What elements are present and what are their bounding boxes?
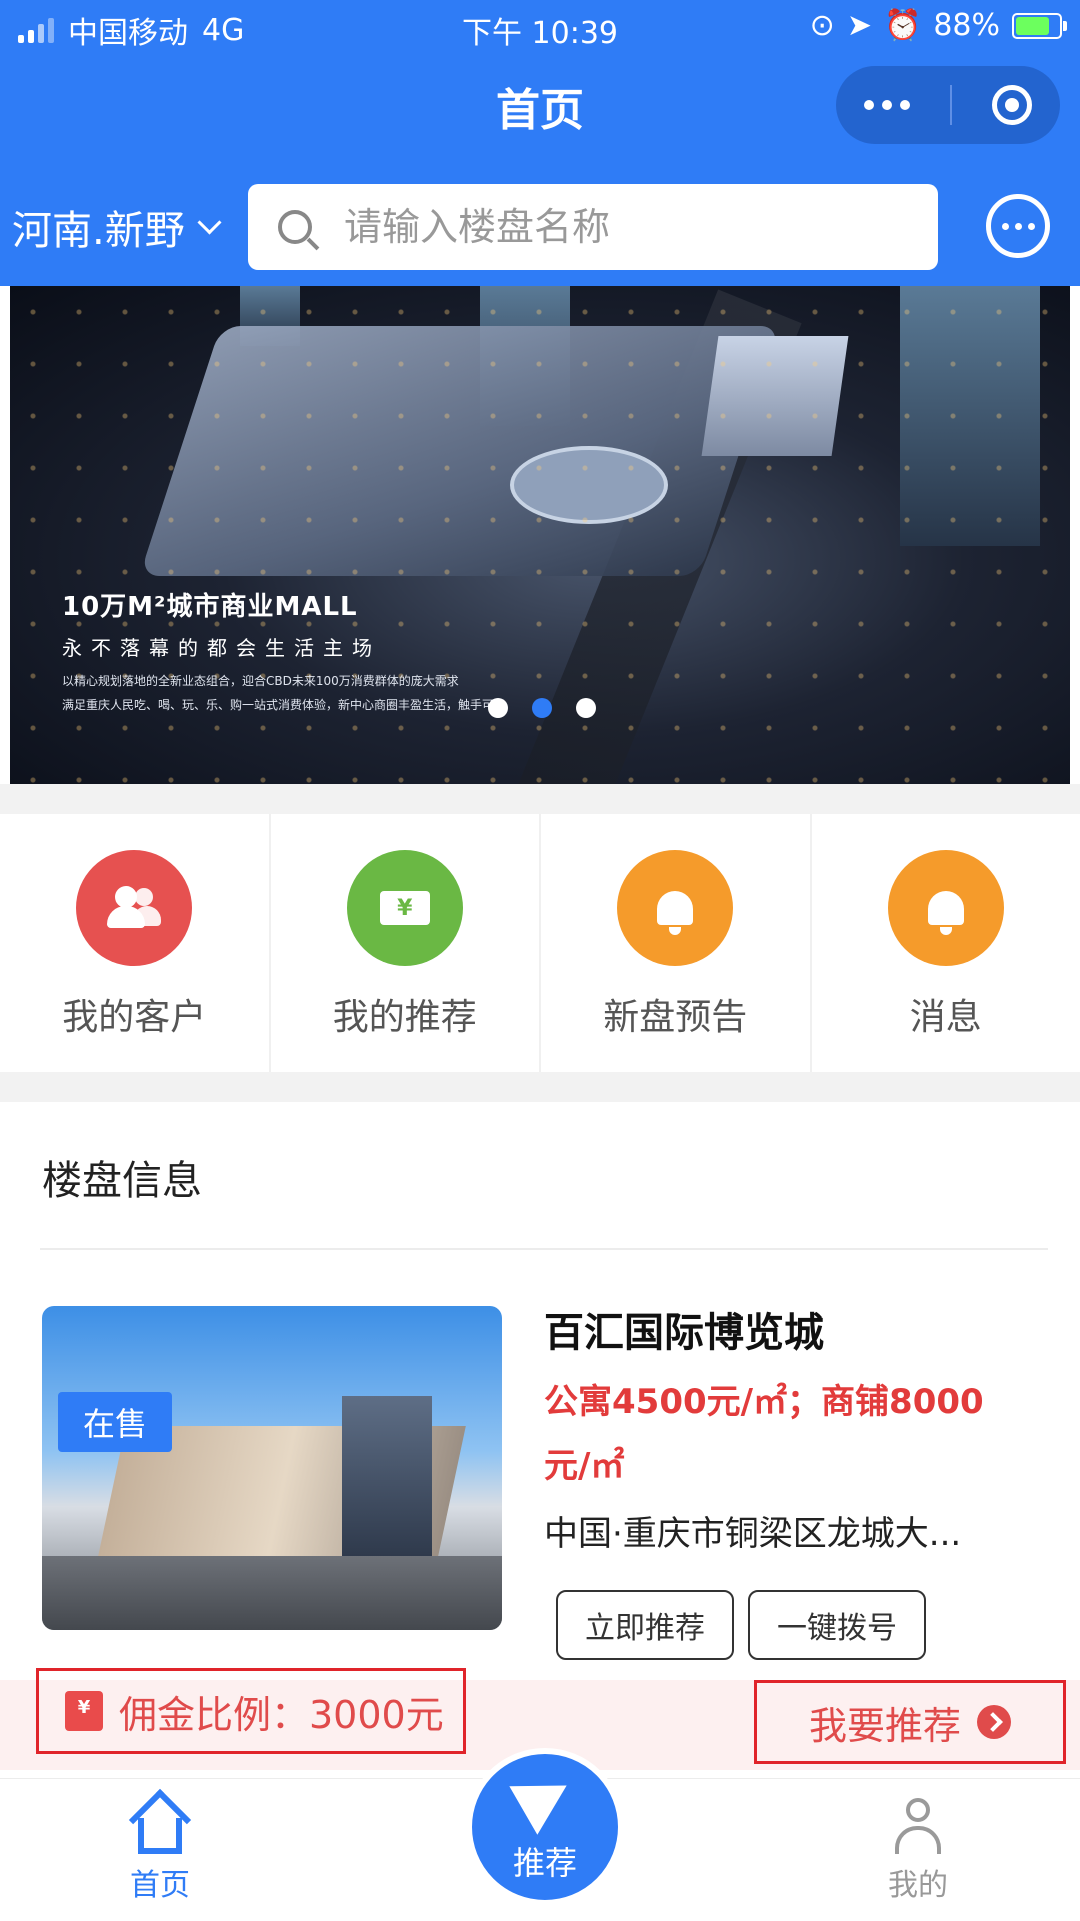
menu-my-recommendations[interactable]: ¥ 我的推荐 bbox=[271, 814, 542, 1072]
location-arrow-icon: ➤ bbox=[847, 8, 872, 43]
close-miniprogram-icon[interactable] bbox=[992, 85, 1032, 125]
carousel-dot[interactable] bbox=[576, 698, 596, 718]
want-recommend-label: 我要推荐 bbox=[809, 1695, 961, 1750]
battery-percent: 88% bbox=[933, 8, 1000, 43]
users-icon bbox=[76, 850, 192, 966]
battery-icon bbox=[1012, 13, 1062, 39]
arrow-right-circle-icon bbox=[977, 1705, 1011, 1739]
banner-carousel[interactable]: 10万M²城市商业MALL 永不落幕的都会生活主场 以精心规划落地的全新业态组合… bbox=[10, 286, 1070, 784]
paper-plane-icon bbox=[509, 1761, 580, 1834]
search-icon bbox=[278, 210, 312, 244]
miniprogram-capsule bbox=[836, 66, 1060, 144]
property-photo[interactable] bbox=[42, 1306, 502, 1630]
rotation-lock-icon: ⊙ bbox=[810, 8, 835, 43]
tab-recommend[interactable]: 推荐 bbox=[466, 1748, 624, 1906]
red-envelope-icon bbox=[65, 1691, 103, 1731]
search-input[interactable] bbox=[342, 204, 906, 250]
city-selector[interactable]: 河南.新野 bbox=[12, 198, 218, 256]
user-icon bbox=[893, 1798, 943, 1854]
property-name[interactable]: 百汇国际博览城 bbox=[544, 1300, 824, 1358]
menu-label: 消息 bbox=[812, 988, 1080, 1040]
home-icon bbox=[132, 1798, 188, 1854]
property-price: 公寓4500元/㎡；商铺8000 bbox=[544, 1374, 984, 1423]
section-gap bbox=[0, 784, 1080, 814]
property-price-cont: 元/㎡ bbox=[544, 1438, 624, 1487]
tab-home[interactable]: 首页 bbox=[110, 1798, 210, 1904]
commission-box: 佣金比例：3000元 bbox=[36, 1668, 466, 1754]
commission-text: 佣金比例：3000元 bbox=[119, 1684, 444, 1739]
tab-label: 首页 bbox=[110, 1860, 210, 1904]
banner-tagline: 永不落幕的都会生活主场 bbox=[62, 632, 381, 661]
carousel-dot[interactable] bbox=[532, 698, 552, 718]
tab-me[interactable]: 我的 bbox=[868, 1798, 968, 1904]
recommend-now-button[interactable]: 立即推荐 bbox=[556, 1590, 734, 1660]
more-options-icon[interactable] bbox=[864, 100, 910, 110]
menu-label: 新盘预告 bbox=[541, 988, 810, 1040]
bell-icon bbox=[888, 850, 1004, 966]
alarm-icon: ⏰ bbox=[884, 8, 921, 43]
chevron-down-icon bbox=[197, 210, 221, 234]
capsule-divider bbox=[950, 85, 952, 125]
quick-menu: 我的客户 ¥ 我的推荐 新盘预告 消息 bbox=[0, 814, 1080, 1072]
menu-my-customers[interactable]: 我的客户 bbox=[0, 814, 271, 1072]
bell-icon bbox=[617, 850, 733, 966]
section-gap bbox=[0, 1072, 1080, 1102]
menu-label: 我的推荐 bbox=[271, 988, 540, 1040]
section-title: 楼盘信息 bbox=[42, 1148, 202, 1206]
carousel-indicators bbox=[488, 698, 596, 718]
carousel-dot[interactable] bbox=[488, 698, 508, 718]
city-label: 河南.新野 bbox=[12, 198, 185, 256]
status-badge: 在售 bbox=[58, 1392, 172, 1452]
one-click-call-button[interactable]: 一键拨号 bbox=[748, 1590, 926, 1660]
menu-label: 我的客户 bbox=[0, 988, 269, 1040]
tab-label: 我的 bbox=[868, 1860, 968, 1904]
menu-messages[interactable]: 消息 bbox=[812, 814, 1080, 1072]
ticket-icon: ¥ bbox=[347, 850, 463, 966]
banner-desc-1: 以精心规划落地的全新业态组合，迎合CBD未来100万消费群体的庞大需求 bbox=[62, 672, 459, 689]
divider bbox=[40, 1248, 1048, 1250]
banner-desc-2: 满足重庆人民吃、喝、玩、乐、购一站式消费体验，新中心商圈丰盈生活，触手可及 bbox=[62, 696, 506, 713]
search-bar[interactable] bbox=[248, 184, 938, 270]
property-address: 中国·重庆市铜梁区龙城大... bbox=[544, 1506, 1004, 1555]
tab-label: 推荐 bbox=[513, 1838, 577, 1884]
menu-new-listings[interactable]: 新盘预告 bbox=[541, 814, 812, 1072]
banner-headline: 10万M²城市商业MALL bbox=[62, 586, 358, 623]
want-recommend-button[interactable]: 我要推荐 bbox=[754, 1680, 1066, 1764]
status-bar: 中国移动 4G 下午 10:39 ⊙ ➤ ⏰ 88% bbox=[0, 0, 1080, 56]
chat-icon[interactable] bbox=[986, 194, 1050, 258]
